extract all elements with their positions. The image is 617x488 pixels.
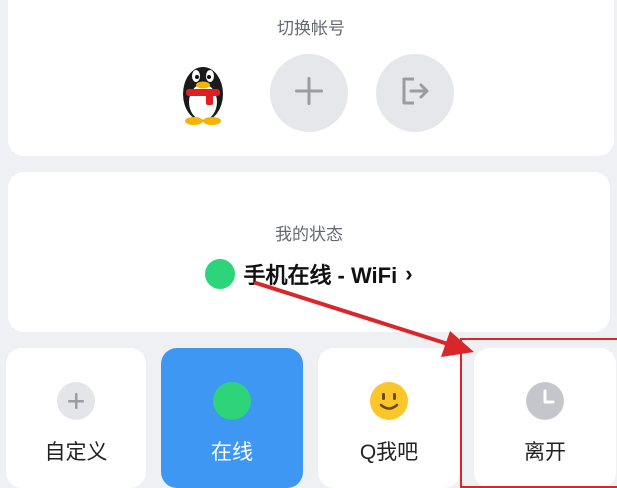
add-account-button[interactable] [270,54,348,132]
smile-icon [370,382,408,420]
switch-account-title: 切换帐号 [277,19,345,38]
chevron-right-icon: › [405,261,413,286]
exit-icon [398,74,432,113]
status-tile-label: 自定义 [44,441,108,464]
status-tile-custom[interactable]: 自定义 [6,348,146,488]
status-tile-label: 离开 [524,441,566,464]
account-card: 切换帐号 [8,0,614,156]
clock-icon [526,382,564,420]
status-tile-label: Q我吧 [359,441,419,464]
logout-switch-button[interactable] [376,54,454,132]
status-card: 我的状态 手机在线 - WiFi › [8,172,610,332]
current-status-label: 手机在线 - WiFi [243,263,398,288]
current-status[interactable]: 手机在线 - WiFi › [8,258,610,290]
account-row [8,54,614,134]
status-tile-away[interactable]: 离开 [474,348,616,488]
my-status-title: 我的状态 [275,225,343,244]
plus-icon [57,382,95,420]
status-tile-online[interactable]: 在线 [161,348,303,488]
qq-penguin-icon[interactable] [172,54,234,126]
online-dot-icon [213,382,251,420]
status-tile-qme[interactable]: Q我吧 [318,348,460,488]
plus-icon [293,75,325,112]
online-dot-icon [205,259,236,289]
status-tile-label: 在线 [211,441,253,464]
